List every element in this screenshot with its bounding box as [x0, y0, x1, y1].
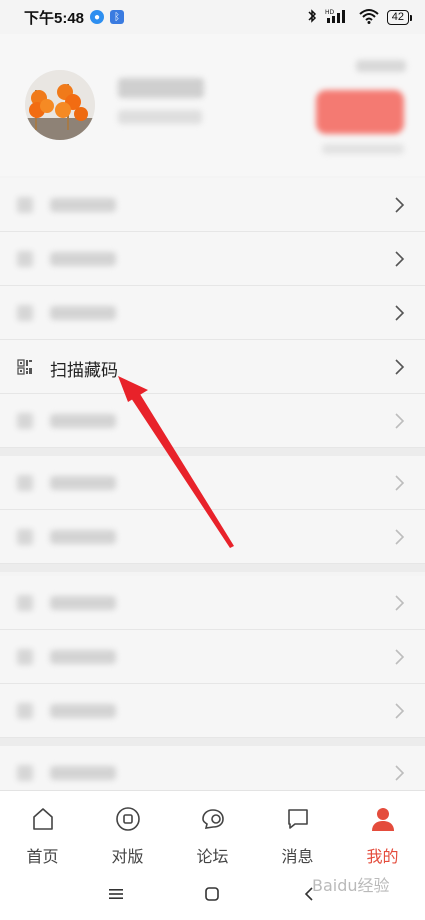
- menu-item-label-redacted: [50, 766, 116, 780]
- menu-item-icon: [17, 197, 33, 213]
- user-name-redacted: [118, 78, 204, 98]
- chevron-right-icon: [395, 529, 405, 545]
- chevron-right-icon: [395, 305, 405, 321]
- signal-icon: HD: [325, 8, 351, 27]
- chevron-right-icon: [395, 703, 405, 719]
- status-time: 下午5:48: [24, 9, 85, 27]
- chevron-right-icon: [395, 765, 405, 781]
- message-icon: [287, 809, 308, 829]
- tab-label: 消息: [281, 847, 314, 866]
- status-icons: HD 42: [307, 8, 413, 27]
- qr-code-icon: [17, 359, 32, 375]
- menu-icon[interactable]: [104, 882, 128, 906]
- menu-item-scan[interactable]: 扫描藏码: [0, 340, 425, 394]
- chevron-right-icon: [395, 359, 405, 375]
- watermark: Baidu经验: [312, 876, 390, 895]
- menu-item-redacted-6[interactable]: [0, 510, 425, 564]
- menu-item-icon: [17, 765, 33, 781]
- chevron-right-icon: [395, 595, 405, 611]
- tab-home[interactable]: 首页: [0, 791, 85, 869]
- menu-item-label: 扫描藏码: [50, 361, 118, 381]
- svg-text:HD: HD: [325, 9, 335, 16]
- chevron-right-icon: [395, 413, 405, 429]
- menu-item-icon: [17, 649, 33, 665]
- user-subtitle-redacted: [118, 110, 202, 124]
- tab-me[interactable]: 我的: [340, 791, 425, 869]
- menu-item-label-redacted: [50, 530, 116, 544]
- section-divider: [0, 738, 425, 746]
- menu-item-redacted-1[interactable]: [0, 178, 425, 232]
- menu-item-redacted-9[interactable]: [0, 684, 425, 738]
- chevron-right-icon: [395, 475, 405, 491]
- status-bar: 下午5:48 ● ᛒ HD 42: [0, 0, 425, 34]
- menu-item-redacted-5[interactable]: [0, 456, 425, 510]
- section-divider: [0, 564, 425, 572]
- menu-item-label-redacted: [50, 476, 116, 490]
- checkin-button-redacted[interactable]: [316, 90, 404, 134]
- menu-item-icon: [17, 595, 33, 611]
- avatar[interactable]: [25, 70, 95, 140]
- tab-label: 论坛: [196, 847, 229, 866]
- wifi-icon: [359, 8, 379, 27]
- avatar-photo: [25, 70, 95, 140]
- menu-item-icon: [17, 305, 33, 321]
- chevron-right-icon: [395, 649, 405, 665]
- menu-item-label-redacted: [50, 306, 116, 320]
- menu-item-redacted-2[interactable]: [0, 232, 425, 286]
- forum-icon: [201, 809, 224, 829]
- profile-header: [0, 34, 425, 176]
- battery-indicator: 42: [386, 9, 413, 25]
- menu-item-label-redacted: [50, 650, 116, 664]
- profile-link-redacted[interactable]: [356, 60, 406, 72]
- menu-item-redacted-4[interactable]: [0, 394, 425, 448]
- chevron-right-icon: [395, 197, 405, 213]
- bottom-nav: 首页 对版 论坛 消息 我的: [0, 790, 425, 868]
- menu-item-label-redacted: [50, 704, 116, 718]
- home-button-icon[interactable]: [200, 882, 224, 906]
- tab-compare[interactable]: 对版: [85, 791, 170, 869]
- menu-item-icon: [17, 413, 33, 429]
- bluetooth-app-icon: ᛒ: [110, 10, 125, 24]
- menu-item-icon: [17, 251, 33, 267]
- menu-item-redacted-7[interactable]: [0, 576, 425, 630]
- menu-item-label-redacted: [50, 198, 116, 212]
- tab-messages[interactable]: 消息: [255, 791, 340, 869]
- menu-item-redacted-3[interactable]: [0, 286, 425, 340]
- button-caption-redacted: [322, 144, 404, 154]
- person-icon: [371, 808, 394, 831]
- tab-label: 我的: [366, 847, 399, 866]
- home-icon: [32, 808, 53, 830]
- menu-item-icon: [17, 475, 33, 491]
- tab-forum[interactable]: 论坛: [170, 791, 255, 869]
- menu-item-icon: [17, 529, 33, 545]
- menu-item-icon: [17, 703, 33, 719]
- menu-item-label-redacted: [50, 596, 116, 610]
- menu-item-label-redacted: [50, 414, 116, 428]
- menu-item-label-redacted: [50, 252, 116, 266]
- notification-app-icon: ●: [90, 10, 105, 24]
- bluetooth-icon: [307, 8, 317, 27]
- menu-item-redacted-8[interactable]: [0, 630, 425, 684]
- tab-label: 首页: [26, 847, 59, 866]
- section-divider: [0, 448, 425, 456]
- compare-icon: [115, 807, 140, 831]
- tab-label: 对版: [111, 847, 144, 866]
- chevron-right-icon: [395, 251, 405, 267]
